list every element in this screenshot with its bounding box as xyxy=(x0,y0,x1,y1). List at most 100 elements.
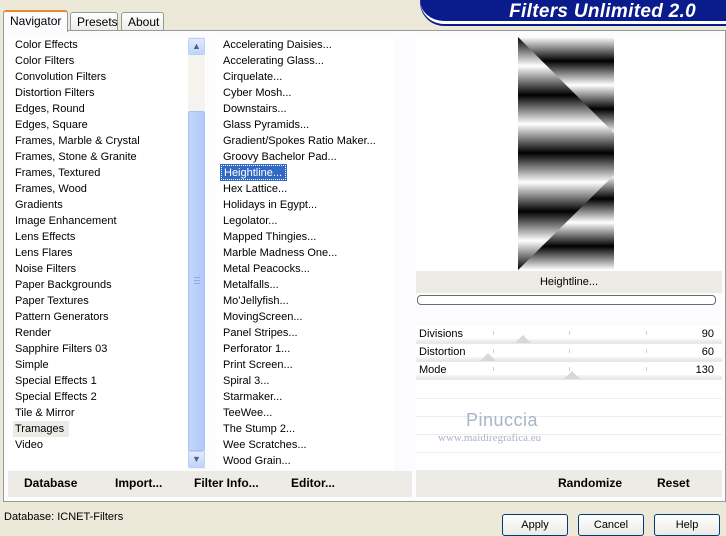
category-item[interactable]: Color Filters xyxy=(8,53,188,69)
filter-item[interactable]: Gradient/Spokes Ratio Maker... xyxy=(216,133,379,149)
category-item[interactable]: Tile & Mirror xyxy=(8,405,188,421)
param-row[interactable]: Distortion 60 xyxy=(416,344,722,362)
category-item[interactable]: Paper Backgrounds xyxy=(8,277,188,293)
filter-item[interactable]: Legolator... xyxy=(216,213,379,229)
filter-item[interactable]: Cyber Mosh... xyxy=(216,85,379,101)
filter-item[interactable]: The Stump 2... xyxy=(216,421,379,437)
category-item[interactable]: Convolution Filters xyxy=(8,69,188,85)
tab-presets[interactable]: Presets xyxy=(70,12,118,31)
param-row[interactable]: Divisions 90 xyxy=(416,326,722,344)
scroll-thumb[interactable] xyxy=(188,111,205,451)
filter-item[interactable]: Glass Pyramids... xyxy=(216,117,379,133)
param-name: Distortion xyxy=(419,346,466,358)
category-item[interactable]: Color Effects xyxy=(8,37,188,53)
category-list[interactable]: Color Effects Color Filters Convolution Fi… xyxy=(8,37,188,453)
category-item[interactable]: Distortion Filters xyxy=(8,85,188,101)
category-label: Paper Backgrounds xyxy=(15,279,112,291)
param-slider-thumb[interactable] xyxy=(480,353,496,361)
category-item[interactable]: Render xyxy=(8,325,188,341)
category-item[interactable]: Frames, Marble & Crystal xyxy=(8,133,188,149)
category-item[interactable]: Frames, Wood xyxy=(8,181,188,197)
param-slider-thumb[interactable] xyxy=(564,371,580,379)
tab-about[interactable]: About xyxy=(121,12,164,31)
import-button[interactable]: Import... xyxy=(115,476,162,490)
category-item[interactable]: Frames, Stone & Granite xyxy=(8,149,188,165)
category-item[interactable]: Lens Effects xyxy=(8,229,188,245)
preview-image xyxy=(518,37,614,270)
category-item[interactable]: Video xyxy=(8,437,188,453)
category-item[interactable]: Gradients xyxy=(8,197,188,213)
cancel-button[interactable]: Cancel xyxy=(578,514,644,536)
category-label: Render xyxy=(15,327,52,339)
filter-item[interactable]: Starmaker... xyxy=(216,389,379,405)
scroll-up-button[interactable]: ▲ xyxy=(188,38,205,55)
database-button[interactable]: Database xyxy=(24,476,77,490)
help-button[interactable]: Help xyxy=(654,514,720,536)
filter-item[interactable]: Cirquelate... xyxy=(216,69,379,85)
category-item[interactable]: Frames, Textured xyxy=(8,165,188,181)
param-row[interactable]: Mode 130 xyxy=(416,362,722,380)
filter-label: Legolator... xyxy=(223,215,278,227)
filter-item[interactable]: Accelerating Glass... xyxy=(216,53,379,69)
filter-item[interactable]: Downstairs... xyxy=(216,101,379,117)
category-item[interactable]: Edges, Square xyxy=(8,117,188,133)
left-toolbar: Database Import... Filter Info... Editor… xyxy=(8,471,412,497)
scroll-down-button[interactable]: ▼ xyxy=(188,451,205,468)
category-scrollbar[interactable]: ▲ ▼ xyxy=(188,37,205,469)
filter-item[interactable]: Mapped Thingies... xyxy=(216,229,379,245)
apply-button[interactable]: Apply xyxy=(502,514,568,536)
filter-item[interactable]: Hex Lattice... xyxy=(216,181,379,197)
filter-item[interactable]: Holidays in Egypt... xyxy=(216,197,379,213)
filter-item[interactable]: Perforator 1... xyxy=(216,341,379,357)
filter-panel: Accelerating Daisies... Accelerating Glas… xyxy=(216,37,394,469)
filter-item[interactable]: Metal Peacocks... xyxy=(216,261,379,277)
filter-item[interactable]: Heightline... xyxy=(216,164,379,181)
category-item[interactable]: Noise Filters xyxy=(8,261,188,277)
filter-list[interactable]: Accelerating Daisies... Accelerating Glas… xyxy=(216,37,379,469)
filter-item[interactable]: Wood Grain... xyxy=(216,453,379,469)
tab-navigator[interactable]: Navigator xyxy=(3,10,68,32)
empty-param-row xyxy=(416,398,722,399)
category-item[interactable]: Simple xyxy=(8,357,188,373)
filter-item[interactable]: Panel Stripes... xyxy=(216,325,379,341)
filter-item[interactable]: Spiral 3... xyxy=(216,373,379,389)
filter-label: Marble Madness One... xyxy=(223,247,338,259)
slider-tick xyxy=(646,331,647,335)
category-item[interactable]: Paper Textures xyxy=(8,293,188,309)
category-label: Simple xyxy=(15,359,49,371)
category-label: Lens Effects xyxy=(15,231,76,243)
category-item[interactable]: Pattern Generators xyxy=(8,309,188,325)
category-item[interactable]: Special Effects 2 xyxy=(8,389,188,405)
filter-item[interactable]: Marble Madness One... xyxy=(216,245,379,261)
watermark-url: www.maidiregrafica.eu xyxy=(438,432,542,444)
param-slider-thumb[interactable] xyxy=(515,335,531,343)
progress-bar xyxy=(417,295,716,305)
category-item[interactable]: Sapphire Filters 03 xyxy=(8,341,188,357)
filter-label: The Stump 2... xyxy=(223,423,296,435)
category-item[interactable]: Edges, Round xyxy=(8,101,188,117)
filter-item[interactable]: Wee Scratches... xyxy=(216,437,379,453)
reset-button[interactable]: Reset xyxy=(657,476,690,490)
filter-item[interactable]: TeeWee... xyxy=(216,405,379,421)
editor-button[interactable]: Editor... xyxy=(291,476,335,490)
filter-label: Downstairs... xyxy=(223,103,287,115)
slider-tick xyxy=(569,331,570,335)
filter-item[interactable]: Groovy Bachelor Pad... xyxy=(216,149,379,165)
filter-label: Groovy Bachelor Pad... xyxy=(223,151,337,163)
category-item[interactable]: Image Enhancement xyxy=(8,213,188,229)
filter-label: Metalfalls... xyxy=(223,279,279,291)
category-label: Tile & Mirror xyxy=(15,407,75,419)
filter-item[interactable]: MovingScreen... xyxy=(216,309,379,325)
randomize-button[interactable]: Randomize xyxy=(558,476,622,490)
filter-item[interactable]: Metalfalls... xyxy=(216,277,379,293)
category-item[interactable]: Tramages xyxy=(8,421,188,437)
category-label: Frames, Textured xyxy=(15,167,101,179)
filter-item[interactable]: Print Screen... xyxy=(216,357,379,373)
filter-item[interactable]: Mo'Jellyfish... xyxy=(216,293,379,309)
filter-info-button[interactable]: Filter Info... xyxy=(194,476,259,490)
category-item[interactable]: Lens Flares xyxy=(8,245,188,261)
category-label: Paper Textures xyxy=(15,295,89,307)
banner-title: Filters Unlimited 2.0 xyxy=(509,1,696,22)
filter-item[interactable]: Accelerating Daisies... xyxy=(216,37,379,53)
category-item[interactable]: Special Effects 1 xyxy=(8,373,188,389)
